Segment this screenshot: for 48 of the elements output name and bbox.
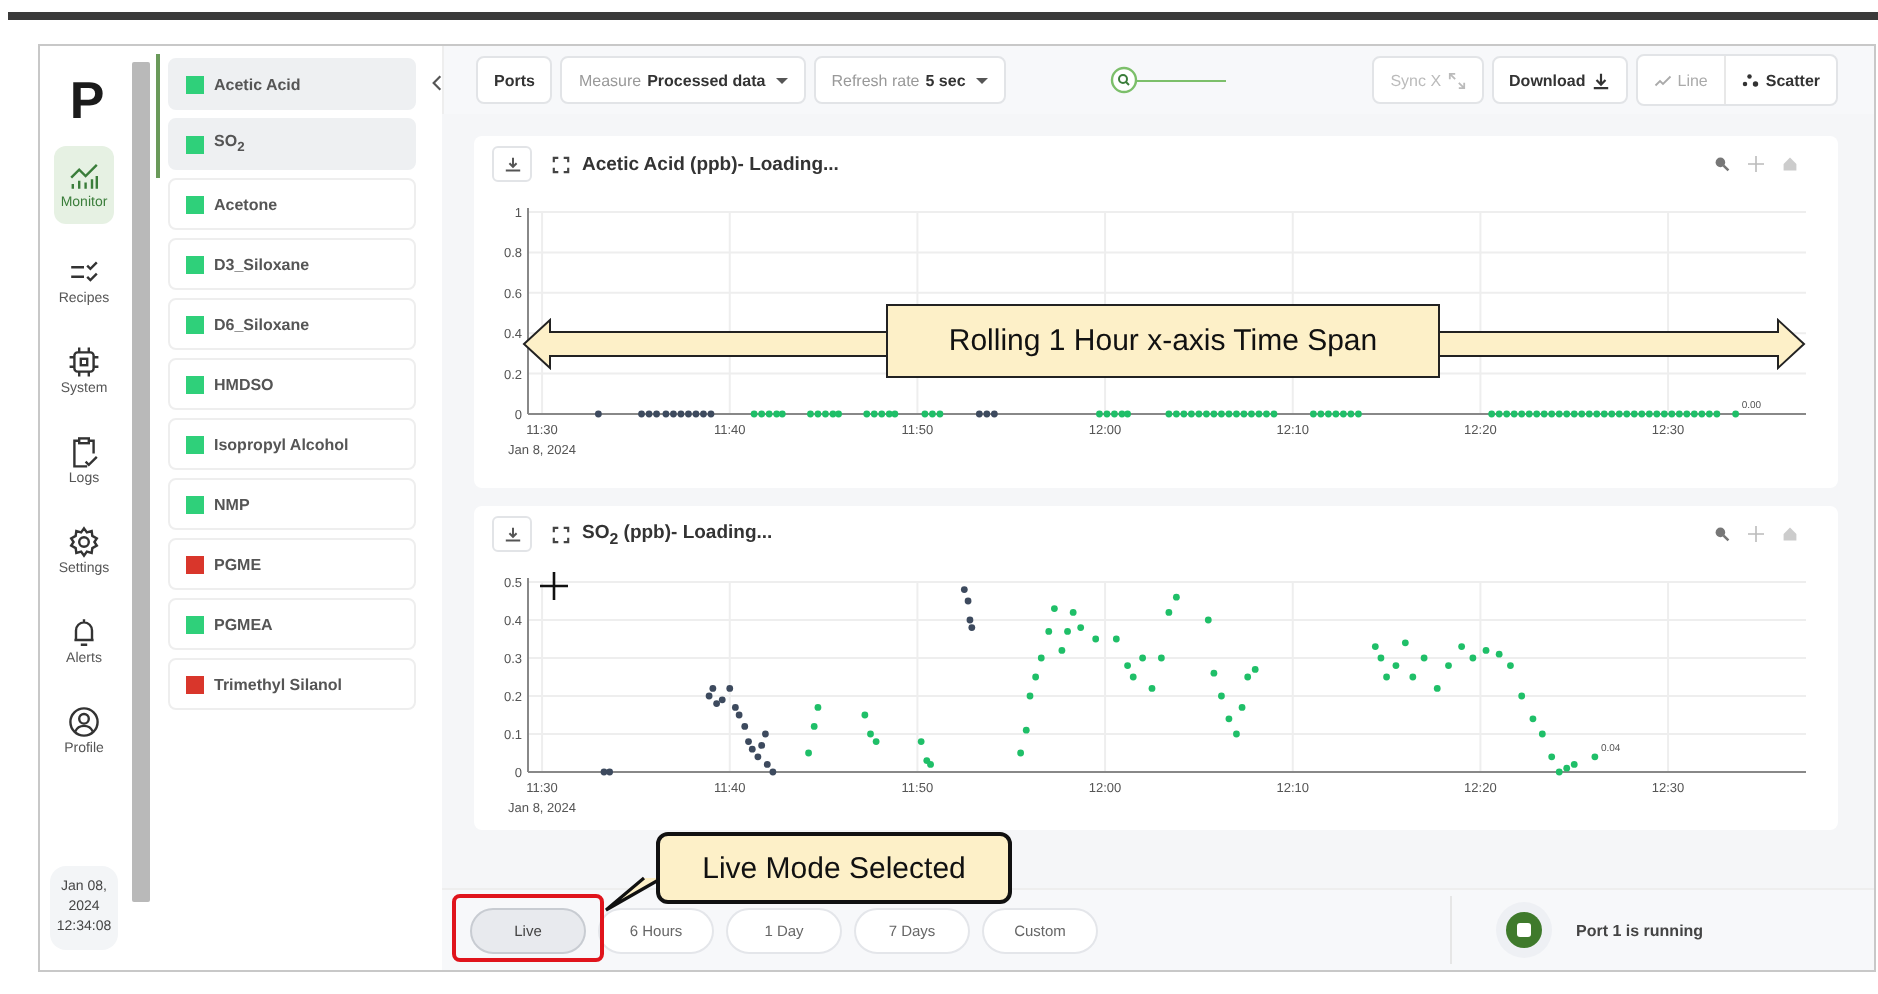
person-icon bbox=[68, 706, 100, 738]
expand-icon[interactable] bbox=[552, 525, 570, 543]
scrollbar[interactable] bbox=[132, 62, 150, 902]
crosshair-cursor-icon bbox=[538, 570, 570, 602]
compound-item[interactable]: NMP bbox=[168, 478, 416, 530]
download-button[interactable]: Download bbox=[1491, 56, 1628, 104]
scroll-indicator bbox=[156, 54, 160, 178]
compound-item[interactable]: Acetic Acid bbox=[168, 58, 416, 110]
chart-icon bbox=[68, 160, 100, 192]
refresh-rate-dropdown[interactable]: Refresh rate 5 sec bbox=[813, 56, 1006, 104]
compound-item[interactable]: HMDSO bbox=[168, 358, 416, 410]
collapse-icon[interactable] bbox=[432, 74, 442, 92]
logo: P bbox=[67, 74, 105, 126]
chart-title: SO$_{2}$ (ppb)- Loading... bbox=[582, 521, 773, 547]
compound-item[interactable]: PGME bbox=[168, 538, 416, 590]
download-icon-button[interactable] bbox=[492, 516, 532, 552]
zoom-icon[interactable] bbox=[1714, 156, 1730, 172]
view-mode-tab[interactable]: Scatter bbox=[1723, 56, 1836, 104]
ports-button[interactable]: Ports bbox=[476, 56, 553, 104]
annotation-callout: Rolling 1 Hour x-axis Time Span bbox=[886, 304, 1440, 378]
checklist-icon bbox=[68, 256, 100, 288]
line-chart-icon bbox=[1653, 71, 1672, 89]
compound-item[interactable]: PGMEA bbox=[168, 598, 416, 650]
compound-item[interactable]: Isopropyl Alcohol bbox=[168, 418, 416, 470]
scatter-icon bbox=[1741, 71, 1760, 89]
compound-item[interactable]: D3_Siloxane bbox=[168, 238, 416, 290]
chart-title: Acetic Acid (ppb)- Loading... bbox=[582, 153, 839, 175]
slider-thumb[interactable] bbox=[1109, 66, 1138, 94]
annotation-callout: Live Mode Selected bbox=[656, 832, 1012, 904]
sync-icon bbox=[1447, 71, 1466, 89]
bell-icon bbox=[68, 616, 100, 648]
compound-item[interactable]: SO$_{2}$ bbox=[168, 118, 416, 170]
measure-dropdown[interactable]: Measure Processed data bbox=[560, 56, 806, 104]
status-text: Port 1 is running bbox=[1576, 921, 1704, 939]
compound-item[interactable]: D6_Siloxane bbox=[168, 298, 416, 350]
gear-icon bbox=[68, 526, 100, 558]
stop-button[interactable] bbox=[1496, 902, 1552, 958]
chip-icon bbox=[68, 346, 100, 378]
download-icon bbox=[503, 155, 521, 173]
expand-icon[interactable] bbox=[552, 155, 570, 173]
compound-item[interactable]: Acetone bbox=[168, 178, 416, 230]
download-icon bbox=[503, 525, 521, 543]
clipboard-icon bbox=[68, 436, 100, 468]
zoom-icon[interactable] bbox=[1714, 526, 1730, 542]
zoom-slider[interactable] bbox=[1109, 66, 1226, 94]
download-icon bbox=[1591, 71, 1610, 89]
download-icon-button[interactable] bbox=[492, 146, 532, 182]
compound-item[interactable]: Trimethyl Silanol bbox=[168, 658, 416, 710]
